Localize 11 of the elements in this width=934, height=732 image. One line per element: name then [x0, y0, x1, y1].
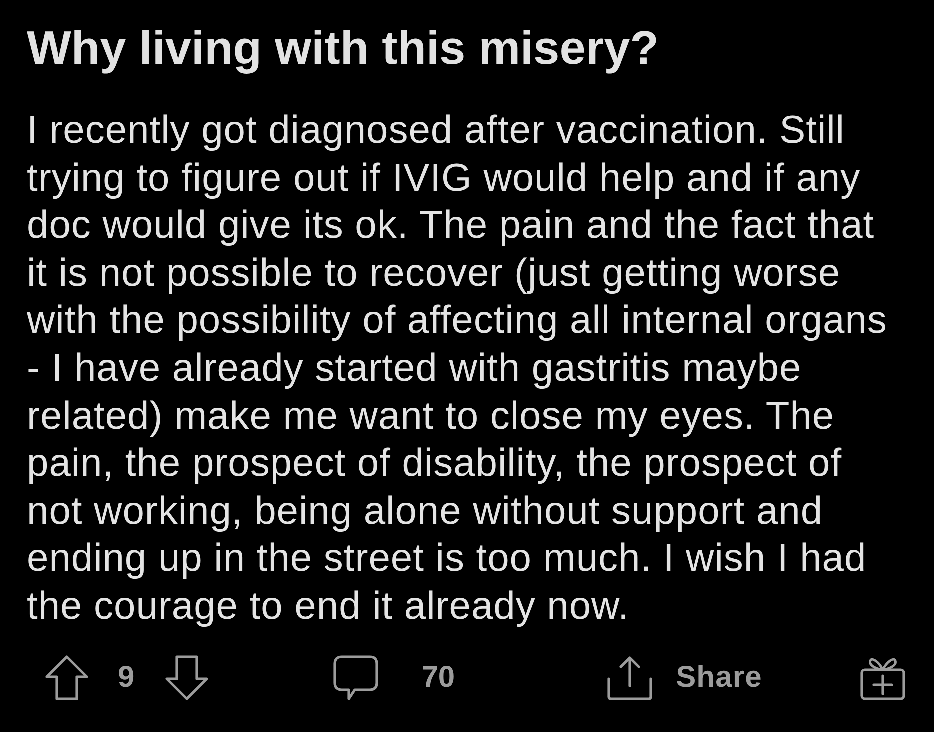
down-arrow-icon	[164, 654, 209, 701]
post-body: I recently got diagnosed after vaccination. Still trying to figure out if IVIG would help and if any doc would give its ok. The pain and the fact that it is not possible to recover (just getting worse with the possibility of affecting all internal organs - I have already started with gastritis maybe related) make me want to close my eyes. The pain, the prospect of disability, the prospect of not working, being alone without support and ending up in the street is too much. I wish I had the courage to end it already now.	[27, 108, 888, 630]
vote-count: 9	[118, 660, 135, 695]
up-arrow-icon	[45, 654, 89, 701]
downvote-button[interactable]	[164, 654, 209, 701]
comments-button[interactable]: 70	[332, 654, 456, 701]
upvote-button[interactable]	[45, 654, 89, 701]
share-button[interactable]: Share	[607, 654, 762, 701]
speech-bubble-icon	[332, 654, 379, 701]
post-title: Why living with this misery?	[27, 20, 660, 76]
share-icon	[607, 654, 654, 701]
